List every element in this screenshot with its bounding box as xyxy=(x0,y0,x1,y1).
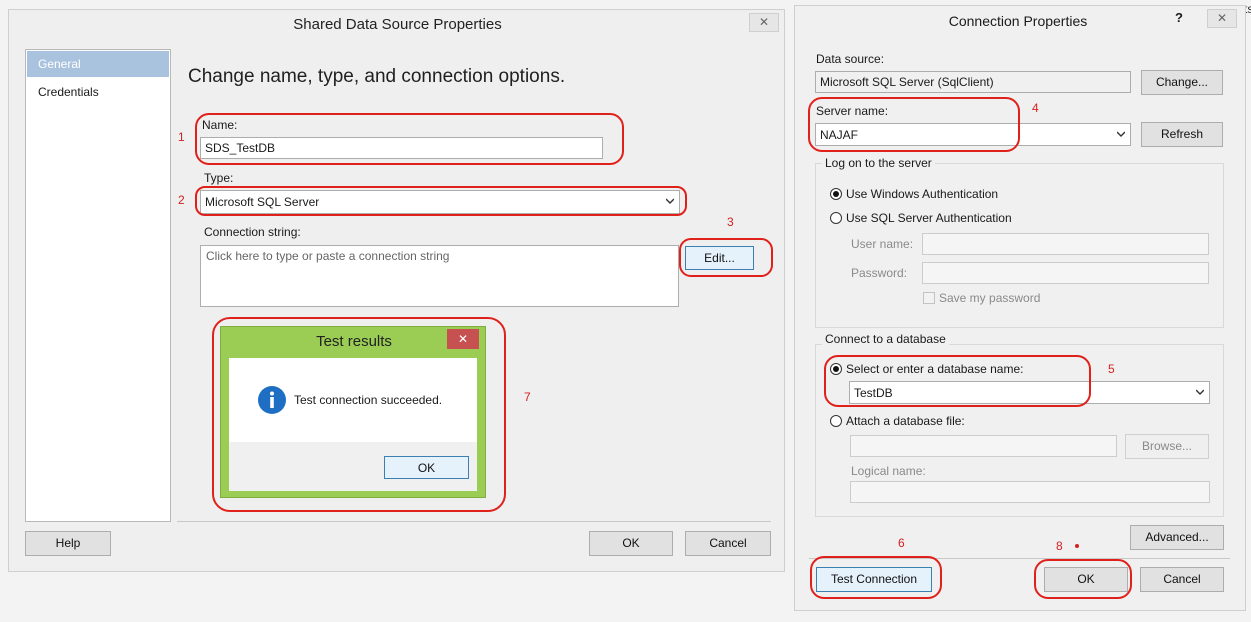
annotation-box-3 xyxy=(679,238,773,277)
help-icon[interactable]: ? xyxy=(1175,10,1183,25)
annotation-box-1 xyxy=(195,113,624,165)
annotation-box-2 xyxy=(195,186,687,216)
close-icon[interactable]: ✕ xyxy=(749,13,779,32)
annotation-box-4 xyxy=(808,97,1020,152)
save-password-label: Save my password xyxy=(939,291,1041,305)
type-label: Type: xyxy=(204,171,234,185)
dialog-title: Shared Data Source Properties xyxy=(293,16,502,33)
username-input[interactable] xyxy=(922,233,1209,255)
chevron-down-icon xyxy=(1196,389,1204,395)
data-source-value: Microsoft SQL Server (SqlClient) xyxy=(815,71,1131,93)
annotation-box-7 xyxy=(212,317,506,512)
connection-string-input[interactable]: Click here to type or paste a connection… xyxy=(200,245,679,307)
windows-auth-radio[interactable] xyxy=(830,188,842,200)
annotation-number-4: 4 xyxy=(1032,101,1039,115)
cancel-button[interactable]: Cancel xyxy=(685,531,771,556)
annotation-number-8: 8 xyxy=(1056,539,1063,553)
annotation-number-3: 3 xyxy=(727,215,734,229)
logon-group-label: Log on to the server xyxy=(822,156,935,170)
annotation-number-2: 2 xyxy=(178,193,185,207)
data-source-label: Data source: xyxy=(816,52,885,66)
logical-name-label: Logical name: xyxy=(851,464,926,478)
refresh-button[interactable]: Refresh xyxy=(1141,122,1223,147)
attach-db-radio[interactable] xyxy=(830,415,842,427)
connection-properties-dialog: Connection Properties ? ✕ Data source: M… xyxy=(794,5,1246,611)
annotation-dot xyxy=(1075,544,1079,548)
annotation-box-5 xyxy=(824,355,1091,407)
connection-string-placeholder: Click here to type or paste a connection… xyxy=(206,249,450,263)
chevron-down-icon xyxy=(1117,131,1125,137)
logical-name-input[interactable] xyxy=(850,481,1210,503)
help-button[interactable]: Help xyxy=(25,531,111,556)
username-label: User name: xyxy=(851,237,914,251)
annotation-box-8 xyxy=(1034,559,1132,599)
nav-item-general[interactable]: General xyxy=(27,51,169,77)
page-heading: Change name, type, and connection option… xyxy=(188,66,566,87)
browse-button[interactable]: Browse... xyxy=(1125,434,1209,459)
annotation-number-1: 1 xyxy=(178,130,185,144)
change-button[interactable]: Change... xyxy=(1141,70,1223,95)
attach-db-label[interactable]: Attach a database file: xyxy=(846,414,965,428)
advanced-button[interactable]: Advanced... xyxy=(1130,525,1224,550)
password-label: Password: xyxy=(851,266,908,280)
divider xyxy=(177,521,771,522)
sql-auth-radio[interactable] xyxy=(830,212,842,224)
nav-item-credentials[interactable]: Credentials xyxy=(27,79,169,105)
save-password-checkbox[interactable] xyxy=(923,292,935,304)
database-group-label: Connect to a database xyxy=(822,332,949,346)
ok-button[interactable]: OK xyxy=(589,531,673,556)
nav-pane: General Credentials xyxy=(25,49,171,522)
close-icon[interactable]: ✕ xyxy=(1207,9,1237,28)
annotation-number-5: 5 xyxy=(1108,362,1115,376)
annotation-number-7: 7 xyxy=(524,390,531,404)
windows-auth-label[interactable]: Use Windows Authentication xyxy=(846,187,998,201)
annotation-number-6: 6 xyxy=(898,536,905,550)
connection-cancel-button[interactable]: Cancel xyxy=(1140,567,1224,592)
sql-auth-label[interactable]: Use SQL Server Authentication xyxy=(846,211,1012,225)
annotation-box-6 xyxy=(810,556,942,599)
attach-file-input[interactable] xyxy=(850,435,1117,457)
connection-string-label: Connection string: xyxy=(204,225,301,239)
password-input[interactable] xyxy=(922,262,1209,284)
